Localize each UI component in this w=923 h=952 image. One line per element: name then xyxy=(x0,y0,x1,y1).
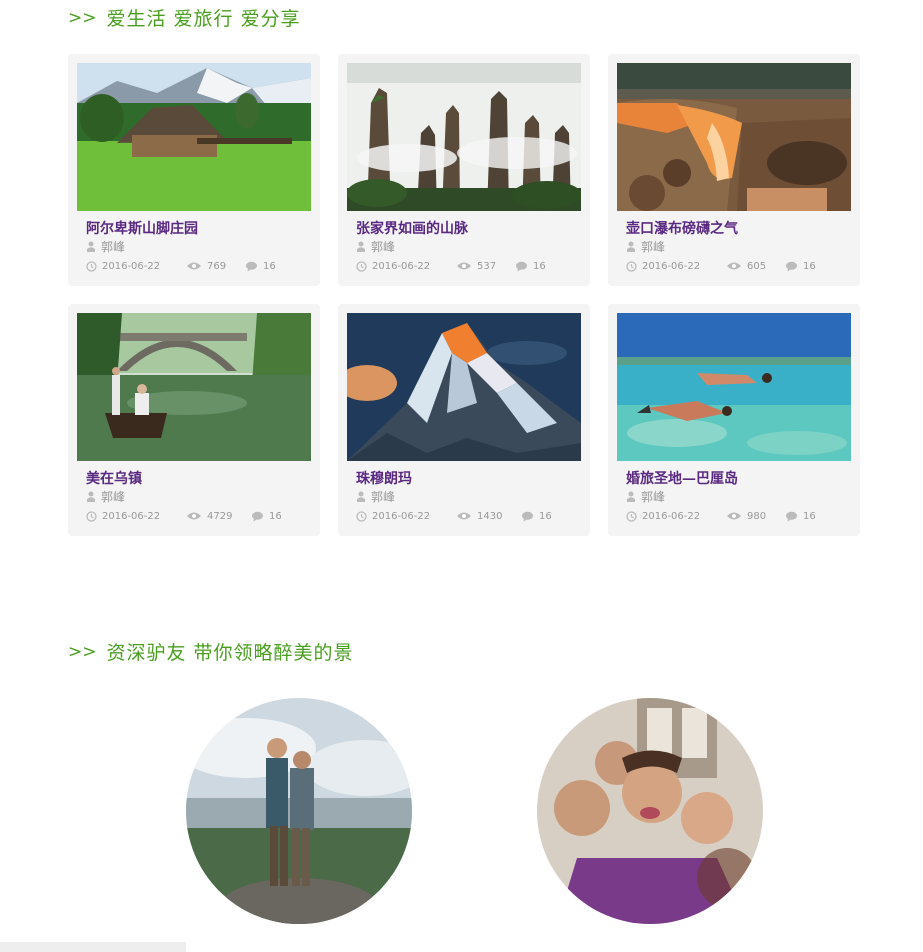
section-title-text: 爱生活 爱旅行 爱分享 xyxy=(106,8,301,30)
eye-icon xyxy=(727,262,741,270)
card-comments: 16 xyxy=(251,509,282,523)
footer-strip xyxy=(0,942,186,952)
card-title[interactable]: 珠穆朗玛 xyxy=(356,468,412,488)
guide-photo-group[interactable] xyxy=(537,698,763,924)
card-date: 2016-06-22 xyxy=(86,509,160,523)
double-chevron-icon: >> xyxy=(68,7,97,28)
zhangjiajie-mountains-image[interactable] xyxy=(347,63,581,211)
card-comments: 16 xyxy=(521,509,552,523)
card-meta: 2016-06-22 605 16 xyxy=(626,259,856,273)
eye-icon xyxy=(457,262,471,270)
clock-icon xyxy=(86,260,97,272)
card-author: 郭峰 xyxy=(356,238,395,255)
bali-snorkeling-image[interactable] xyxy=(617,313,851,461)
eye-icon xyxy=(457,512,471,520)
comment-icon xyxy=(786,511,797,521)
card-title[interactable]: 婚旅圣地—巴厘岛 xyxy=(626,468,738,488)
card-comments: 16 xyxy=(245,259,276,273)
author-name[interactable]: 郭峰 xyxy=(641,488,665,505)
card-views: 980 xyxy=(726,509,766,523)
card-date: 2016-06-22 xyxy=(86,259,160,273)
card-date: 2016-06-22 xyxy=(626,259,700,273)
double-chevron-icon: >> xyxy=(68,641,97,662)
clock-icon xyxy=(86,510,97,522)
card-meta: 2016-06-22 980 16 xyxy=(626,509,856,523)
clock-icon xyxy=(356,260,367,272)
user-icon xyxy=(627,491,635,502)
hukou-waterfall-image[interactable] xyxy=(617,63,851,211)
user-icon xyxy=(87,491,95,502)
card-author: 郭峰 xyxy=(356,488,395,505)
card-date: 2016-06-22 xyxy=(356,509,430,523)
author-name[interactable]: 郭峰 xyxy=(371,238,395,255)
eye-icon xyxy=(187,512,201,520)
alpine-farmhouse-image[interactable] xyxy=(77,63,311,211)
card-title[interactable]: 美在乌镇 xyxy=(86,468,142,488)
card-meta: 2016-06-22 537 16 xyxy=(356,259,586,273)
card-views: 1430 xyxy=(456,509,502,523)
section-title-text: 资深驴友 带你领略醉美的景 xyxy=(106,642,354,664)
clock-icon xyxy=(356,510,367,522)
card-views: 4729 xyxy=(186,509,232,523)
comment-icon xyxy=(522,511,533,521)
card-author: 郭峰 xyxy=(86,488,125,505)
comment-icon xyxy=(246,261,257,271)
user-icon xyxy=(357,491,365,502)
travel-card[interactable]: 阿尔卑斯山脚庄园 郭峰 2016-06-22 769 16 xyxy=(68,54,320,286)
card-comments: 16 xyxy=(785,509,816,523)
card-date: 2016-06-22 xyxy=(356,259,430,273)
eye-icon xyxy=(187,262,201,270)
card-views: 537 xyxy=(456,259,496,273)
eye-icon xyxy=(727,512,741,520)
comment-icon xyxy=(252,511,263,521)
everest-peak-image[interactable] xyxy=(347,313,581,461)
card-meta: 2016-06-22 4729 16 xyxy=(86,509,316,523)
travel-card[interactable]: 珠穆朗玛 郭峰 2016-06-22 1430 16 xyxy=(338,304,590,536)
card-date: 2016-06-22 xyxy=(626,509,700,523)
author-name[interactable]: 郭峰 xyxy=(641,238,665,255)
card-title[interactable]: 张家界如画的山脉 xyxy=(356,218,468,238)
card-meta: 2016-06-22 769 16 xyxy=(86,259,316,273)
wuzhen-canal-image[interactable] xyxy=(77,313,311,461)
card-views: 769 xyxy=(186,259,226,273)
card-comments: 16 xyxy=(515,259,546,273)
clock-icon xyxy=(626,260,637,272)
card-author: 郭峰 xyxy=(86,238,125,255)
author-name[interactable]: 郭峰 xyxy=(371,488,395,505)
user-icon xyxy=(87,241,95,252)
user-icon xyxy=(627,241,635,252)
card-views: 605 xyxy=(726,259,766,273)
card-author: 郭峰 xyxy=(626,238,665,255)
card-comments: 16 xyxy=(785,259,816,273)
travel-card[interactable]: 美在乌镇 郭峰 2016-06-22 4729 16 xyxy=(68,304,320,536)
comment-icon xyxy=(786,261,797,271)
travel-card[interactable]: 壶口瀑布磅礴之气 郭峰 2016-06-22 605 16 xyxy=(608,54,860,286)
travel-card[interactable]: 婚旅圣地—巴厘岛 郭峰 2016-06-22 980 16 xyxy=(608,304,860,536)
guide-photo-couple[interactable] xyxy=(186,698,412,924)
user-icon xyxy=(357,241,365,252)
clock-icon xyxy=(626,510,637,522)
author-name[interactable]: 郭峰 xyxy=(101,238,125,255)
section-title-share: >> 爱生活 爱旅行 爱分享 xyxy=(68,4,301,31)
card-author: 郭峰 xyxy=(626,488,665,505)
card-meta: 2016-06-22 1430 16 xyxy=(356,509,586,523)
card-title[interactable]: 壶口瀑布磅礴之气 xyxy=(626,218,738,238)
author-name[interactable]: 郭峰 xyxy=(101,488,125,505)
comment-icon xyxy=(516,261,527,271)
travel-card[interactable]: 张家界如画的山脉 郭峰 2016-06-22 537 16 xyxy=(338,54,590,286)
section-title-guides: >> 资深驴友 带你领略醉美的景 xyxy=(68,638,354,665)
card-title[interactable]: 阿尔卑斯山脚庄园 xyxy=(86,218,198,238)
